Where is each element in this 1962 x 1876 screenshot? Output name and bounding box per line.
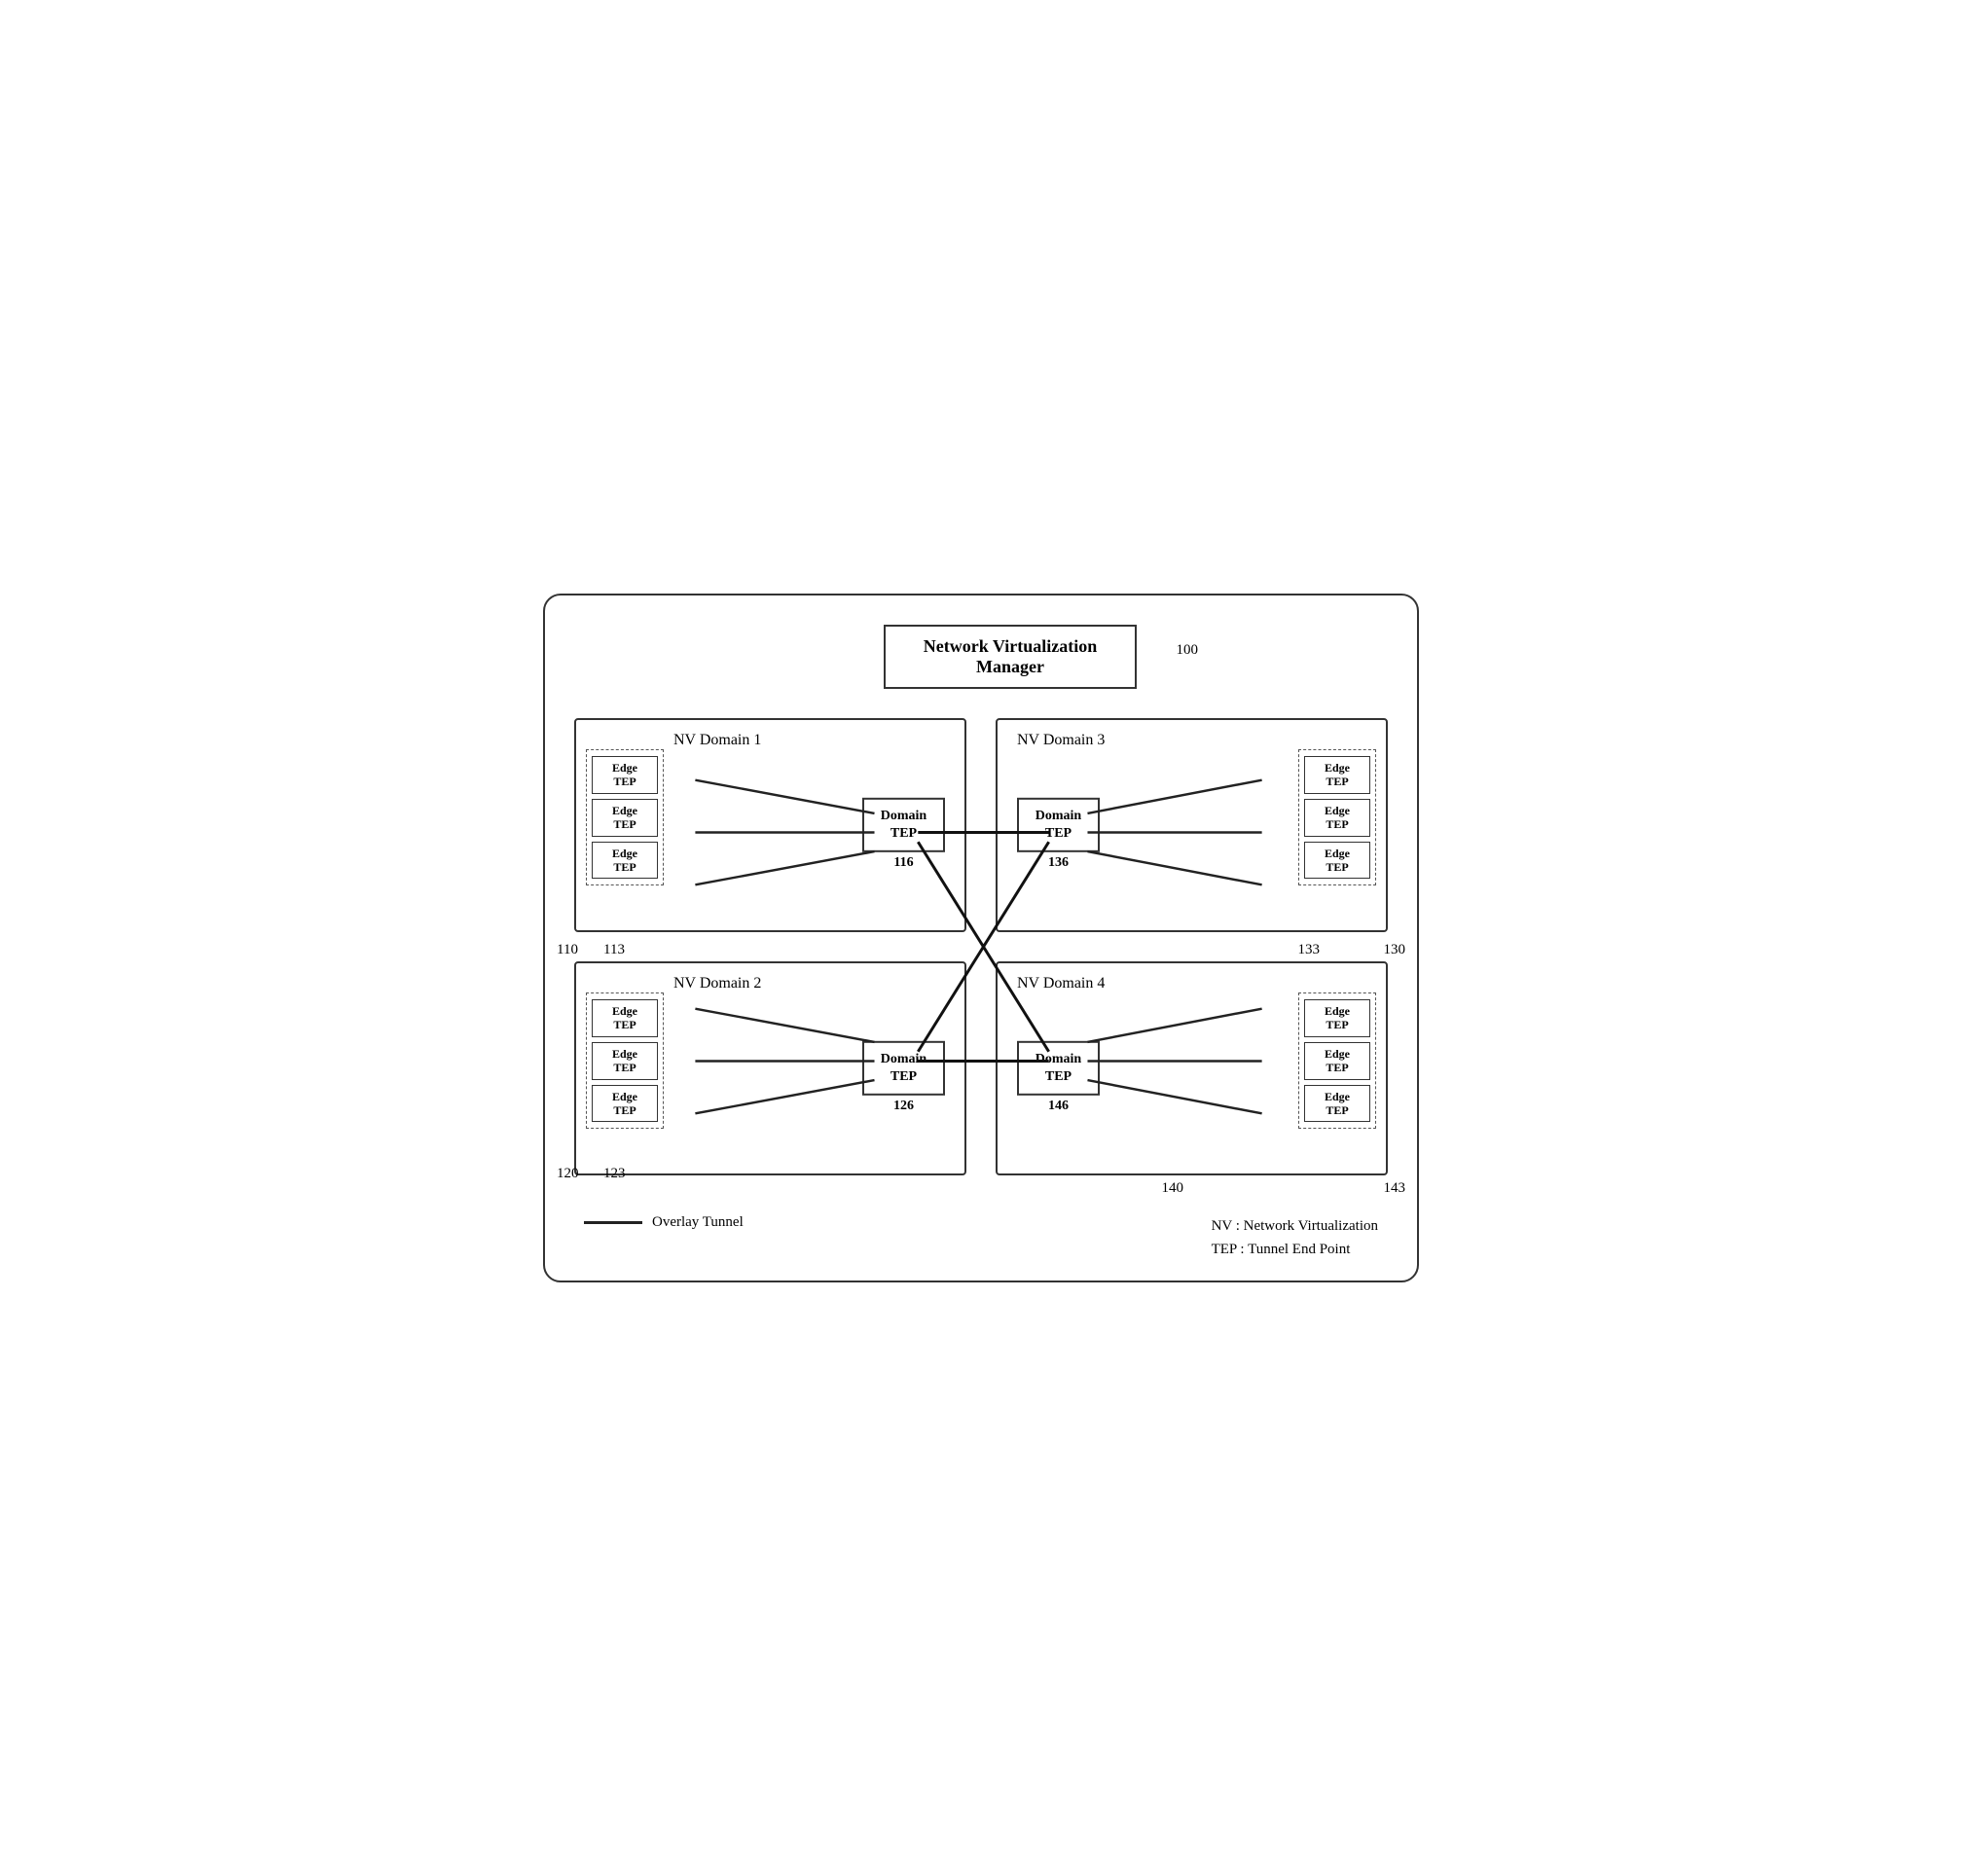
legend-left: Overlay Tunnel [584,1214,744,1231]
domain-1-edge-tep-2: Edge TEP [592,799,658,837]
domain-3-edge-tep-1: Edge TEP [1304,756,1370,794]
domain-4-edge-group: Edge TEP Edge TEP Edge TEP [1298,992,1376,1129]
domain-4: NV Domain 4 Edge TEP Edge TEP Edge TEP [996,961,1388,1175]
domain-4-edge-ref: 143 [1384,1180,1406,1197]
domain-2-label: NV Domain 2 [673,975,761,992]
nvm-label2: Manager [976,657,1044,676]
domain-1-outer-ref: 110 [557,942,578,958]
domain-3-label: NV Domain 3 [1017,732,1105,749]
tep-def: TEP : Tunnel End Point [1212,1238,1378,1261]
domain-3-edge-tep-3: Edge TEP [1304,842,1370,880]
nv-def: NV : Network Virtualization [1212,1214,1378,1238]
domain-2-edge-ref: 123 [603,1166,626,1182]
domain-1-edge-ref: 113 [603,942,625,958]
domains-area: NV Domain 1 Edge TEP Edge TEP Edge TEP [574,718,1388,1175]
domain-3-dtep-ref: 136 [1048,854,1069,872]
domain-2-dtep-ref: 126 [893,1098,914,1115]
domain-3-edge-group: Edge TEP Edge TEP Edge TEP [1298,749,1376,885]
domain-2-edge-group: Edge TEP Edge TEP Edge TEP [586,992,664,1129]
domain-1: NV Domain 1 Edge TEP Edge TEP Edge TEP [574,718,966,932]
domain-2: NV Domain 2 Edge TEP Edge TEP Edge TEP [574,961,966,1175]
nvm-label: Network Virtualization [924,636,1097,656]
domain-2-edge-tep-3: Edge TEP [592,1085,658,1123]
nvm-box: Network Virtualization Manager [884,625,1137,689]
page-container: Network Virtualization Manager 100 NV Do… [543,594,1419,1282]
domain-1-edge-group: Edge TEP Edge TEP Edge TEP [586,749,664,885]
domain-1-label: NV Domain 1 [673,732,761,749]
domain-1-dtep-ref: 116 [893,854,913,872]
domain-4-label: NV Domain 4 [1017,975,1105,992]
legend-area: Overlay Tunnel NV : Network Virtualizati… [574,1214,1388,1261]
domain-4-edge-tep-3: Edge TEP [1304,1085,1370,1123]
domain-3-dtep: Domain TEP 136 [1017,798,1100,852]
domain-4-edge-tep-1: Edge TEP [1304,999,1370,1037]
domain-1-edge-tep-3: Edge TEP [592,842,658,880]
domain-1-edge-tep-1: Edge TEP [592,756,658,794]
nvm-ref: 100 [1177,642,1199,659]
legend-right: NV : Network Virtualization TEP : Tunnel… [1212,1214,1378,1261]
domain-2-outer-ref: 120 [557,1166,579,1182]
domain-1-dtep: Domain TEP 116 [862,798,945,852]
domain-2-edge-tep-1: Edge TEP [592,999,658,1037]
domain-2-edge-tep-2: Edge TEP [592,1042,658,1080]
domain-2-dtep: Domain TEP 126 [862,1041,945,1096]
domain-3-edge-tep-2: Edge TEP [1304,799,1370,837]
domain-4-dtep: Domain TEP 146 [1017,1041,1100,1096]
domain-3-outer-ref: 130 [1384,942,1406,958]
main-diagram: Network Virtualization Manager 100 NV Do… [543,594,1419,1282]
domain-3-edge-ref: 133 [1298,942,1321,958]
domain-3: NV Domain 3 Edge TEP Edge TEP Edge TEP [996,718,1388,932]
domains-grid: NV Domain 1 Edge TEP Edge TEP Edge TEP [574,718,1388,1175]
domain-4-outer-ref: 140 [1162,1180,1184,1197]
legend-overlay-label: Overlay Tunnel [652,1214,744,1231]
legend-line-symbol [584,1221,642,1224]
domain-4-dtep-ref: 146 [1048,1098,1069,1115]
domain-4-edge-tep-2: Edge TEP [1304,1042,1370,1080]
